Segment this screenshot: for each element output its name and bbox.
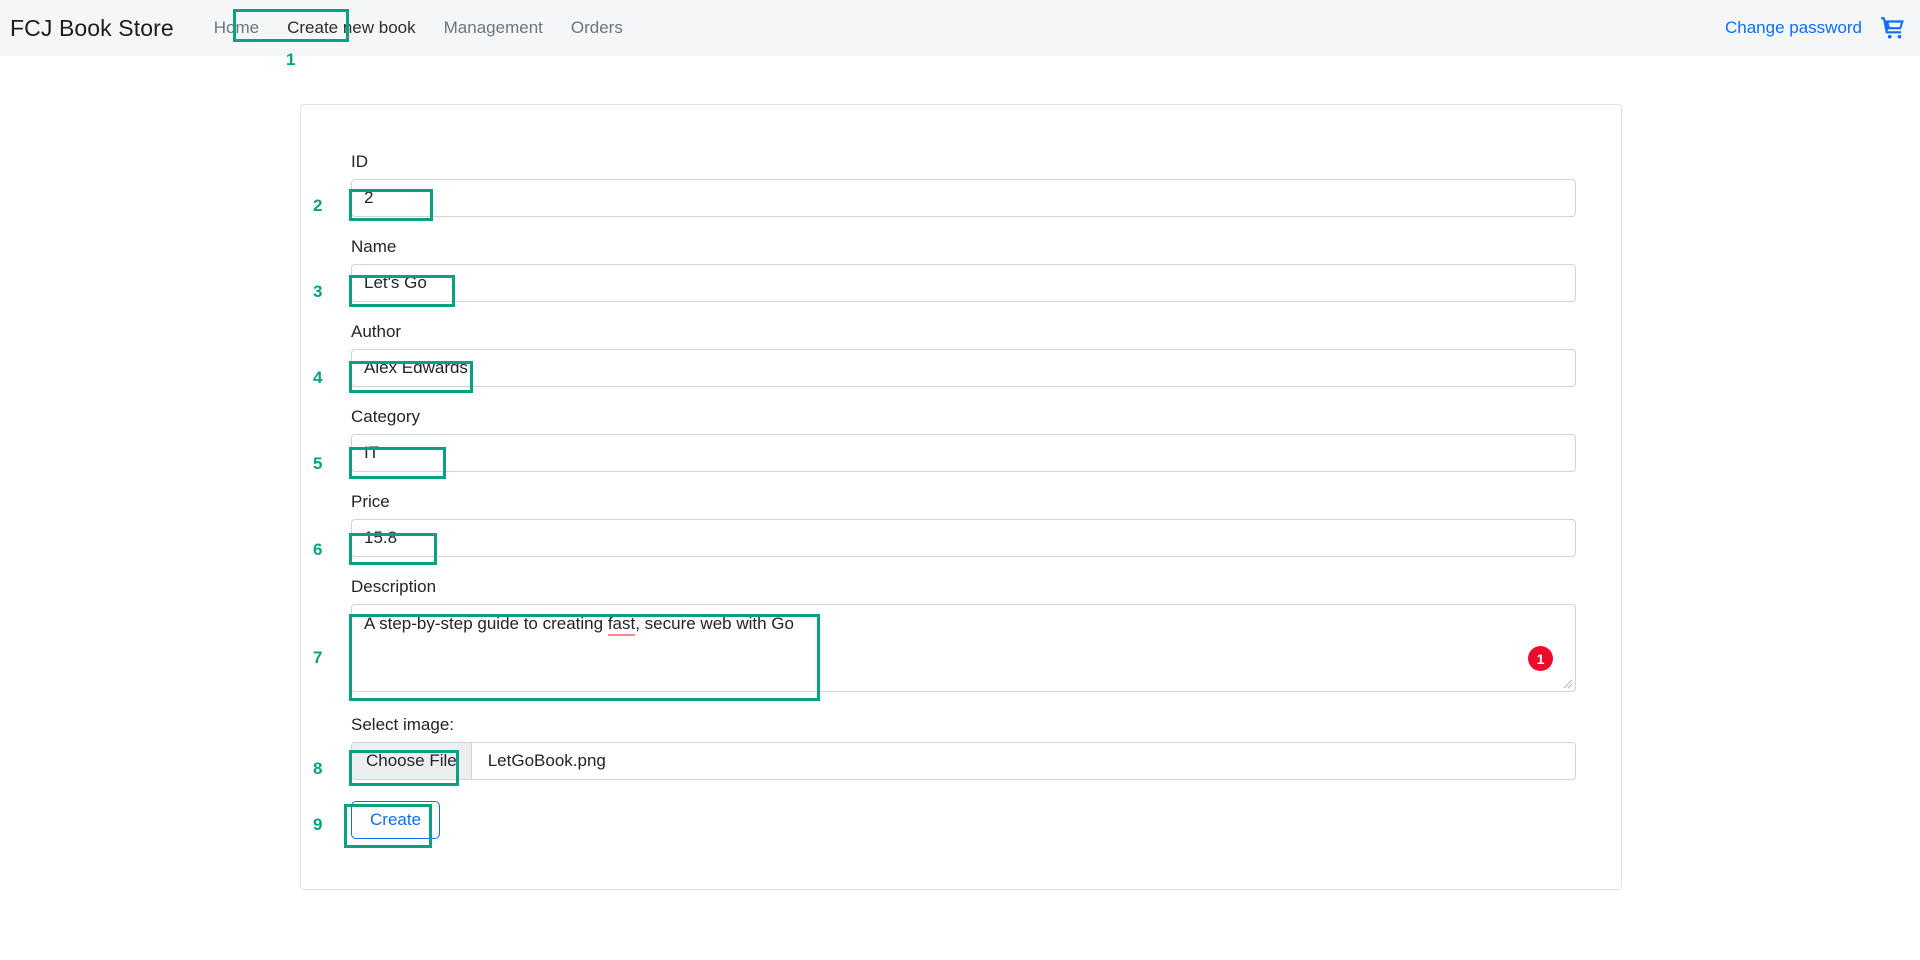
input-price[interactable] — [351, 519, 1576, 557]
nav-link-home[interactable]: Home — [200, 0, 273, 56]
annotation-number-5: 5 — [313, 454, 323, 473]
input-author[interactable] — [351, 349, 1576, 387]
annotation-number-8: 8 — [313, 759, 323, 778]
selected-file-name: LetGoBook.png — [487, 751, 606, 770]
input-name[interactable] — [351, 264, 1576, 302]
submit-row: Create — [351, 801, 1576, 839]
notification-badge: 1 — [1528, 646, 1553, 671]
description-misspelled-word: fast — [607, 614, 636, 636]
field-group-description: Description A step-by-step guide to crea… — [351, 577, 1576, 692]
input-category[interactable] — [351, 434, 1576, 472]
label-author: Author — [351, 322, 402, 341]
description-text-post: , secure web with Go — [635, 614, 794, 633]
app-brand-title: FCJ Book Store — [10, 14, 174, 41]
create-book-card: ID Name Author Category Price Descriptio… — [300, 104, 1622, 890]
resize-handle-icon[interactable] — [1561, 677, 1573, 689]
label-description: Description — [351, 577, 437, 596]
textarea-description[interactable]: A step-by-step guide to creating fast, s… — [351, 604, 1576, 692]
annotation-number-3: 3 — [313, 282, 323, 301]
file-input-row[interactable]: Choose File LetGoBook.png — [351, 742, 1576, 780]
field-group-name: Name — [351, 237, 1576, 302]
description-text-pre: A step-by-step guide to creating — [364, 614, 608, 633]
top-navbar: FCJ Book Store Home Create new book Mana… — [0, 0, 1920, 56]
field-group-id: ID — [351, 152, 1576, 217]
annotation-number-2: 2 — [313, 196, 323, 215]
nav-link-create-new-book[interactable]: Create new book — [273, 0, 430, 56]
shopping-cart-icon[interactable] — [1880, 15, 1906, 41]
navbar-right-group: Change password — [1725, 15, 1906, 41]
label-name: Name — [351, 237, 397, 256]
create-button[interactable]: Create — [351, 801, 441, 839]
annotation-number-7: 7 — [313, 648, 323, 667]
nav-link-management[interactable]: Management — [430, 0, 557, 56]
description-text: A step-by-step guide to creating fast, s… — [364, 614, 794, 636]
annotation-number-4: 4 — [313, 368, 323, 387]
nav-link-orders[interactable]: Orders — [557, 0, 637, 56]
annotation-number-6: 6 — [313, 540, 323, 559]
label-select-image: Select image: — [351, 715, 454, 734]
field-group-category: Category — [351, 407, 1576, 472]
nav-links: Home Create new book Management Orders — [200, 0, 637, 56]
annotation-number-1: 1 — [286, 50, 296, 69]
label-category: Category — [351, 407, 420, 426]
create-book-form: ID Name Author Category Price Descriptio… — [351, 152, 1576, 839]
annotation-number-9: 9 — [313, 815, 323, 834]
choose-file-button[interactable]: Choose File — [352, 743, 472, 779]
label-id: ID — [351, 152, 368, 171]
label-price: Price — [351, 492, 390, 511]
input-id[interactable] — [351, 179, 1576, 217]
field-group-author: Author — [351, 322, 1576, 387]
change-password-link[interactable]: Change password — [1725, 18, 1862, 38]
field-group-price: Price — [351, 492, 1576, 557]
field-group-image: Select image: Choose File LetGoBook.png — [351, 715, 1576, 780]
